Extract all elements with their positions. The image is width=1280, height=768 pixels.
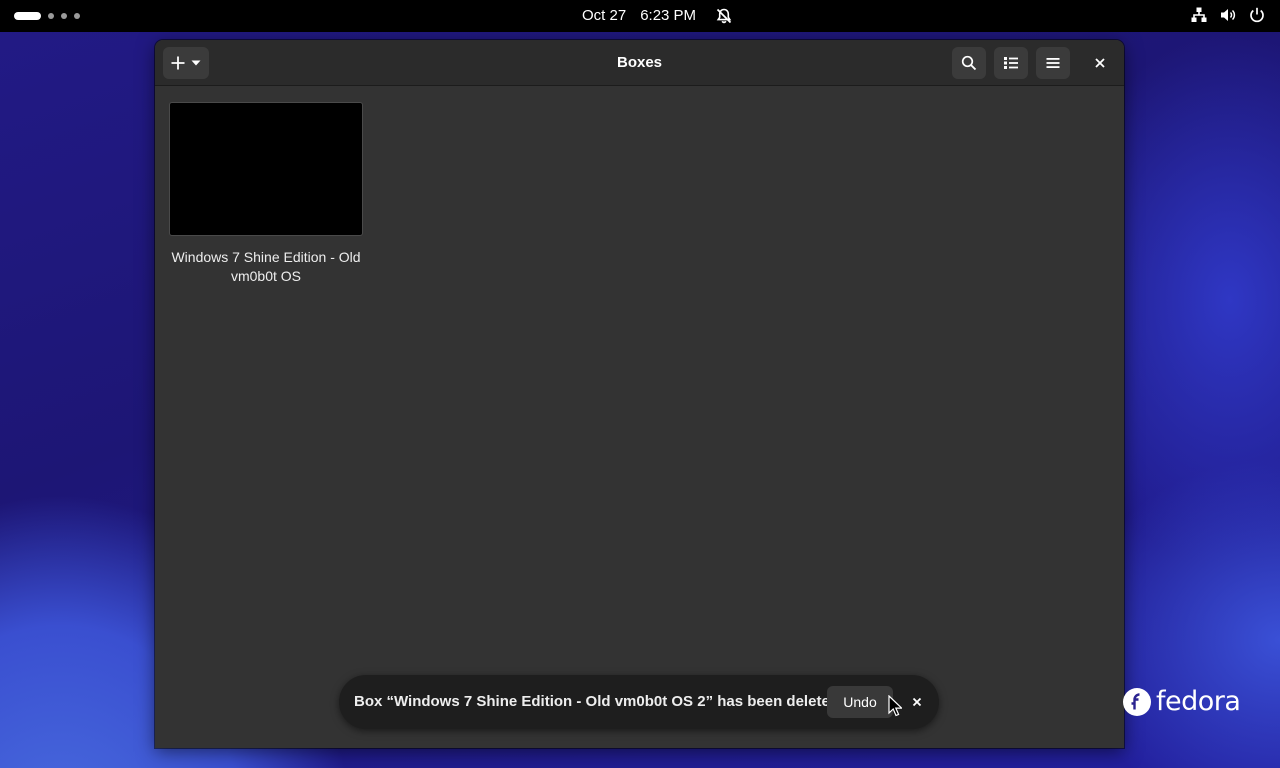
power-icon xyxy=(1250,7,1264,23)
search-button[interactable] xyxy=(952,47,986,79)
toast-close-icon[interactable] xyxy=(909,694,925,710)
list-view-button[interactable] xyxy=(994,47,1028,79)
clock-time: 6:23 PM xyxy=(640,7,697,24)
fedora-wordmark: fedora xyxy=(1156,686,1241,717)
activities-button[interactable] xyxy=(14,10,80,22)
toast-message: Box “Windows 7 Shine Edition - Old vm0b0… xyxy=(354,693,839,710)
undo-button[interactable]: Undo xyxy=(827,686,893,718)
system-tray[interactable] xyxy=(1190,6,1266,24)
close-icon xyxy=(1095,58,1105,68)
header-bar: Boxes xyxy=(155,40,1124,86)
box-item[interactable]: Windows 7 Shine Edition - Old vm0b0t OS xyxy=(169,102,363,286)
window-close-button[interactable] xyxy=(1086,49,1114,77)
workspace-dot xyxy=(48,13,54,19)
clock-date: Oct 27 xyxy=(582,7,627,24)
deleted-toast: Box “Windows 7 Shine Edition - Old vm0b0… xyxy=(339,675,939,729)
network-wired-icon xyxy=(1191,7,1207,22)
workspace-dot xyxy=(61,13,67,19)
fedora-logo: fedora xyxy=(1122,686,1241,717)
box-thumbnail[interactable] xyxy=(169,102,363,236)
clock-button[interactable]: Oct 27 6:23 PM xyxy=(582,7,696,24)
mouse-cursor-icon xyxy=(888,695,902,717)
main-menu-button[interactable] xyxy=(1036,47,1070,79)
workspace-dot xyxy=(74,13,80,19)
notifications-muted-icon xyxy=(716,8,732,24)
boxes-window: Boxes Windows 7 Shine Edition - Old vm0b… xyxy=(155,40,1124,748)
hamburger-menu-icon xyxy=(1046,58,1060,68)
box-name: Windows 7 Shine Edition - Old vm0b0t OS xyxy=(171,249,361,284)
search-icon xyxy=(961,55,977,71)
volume-icon xyxy=(1221,9,1236,21)
top-bar: Oct 27 6:23 PM xyxy=(0,0,1280,32)
list-view-icon xyxy=(1004,57,1018,69)
workspace-indicator-icon xyxy=(14,12,41,20)
boxes-grid: Windows 7 Shine Edition - Old vm0b0t OS xyxy=(155,87,1124,748)
fedora-infinity-icon xyxy=(1123,687,1151,716)
